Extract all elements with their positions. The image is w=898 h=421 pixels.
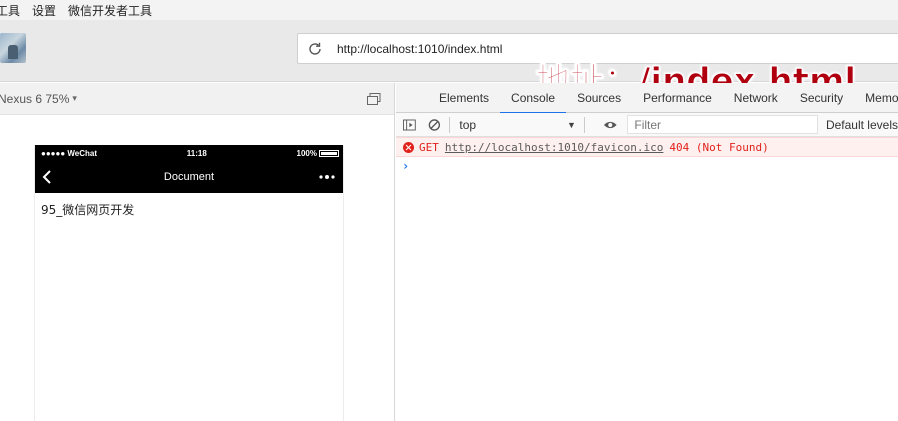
chevron-down-icon[interactable]: ▾ (72, 94, 77, 104)
more-icon[interactable] (319, 175, 335, 179)
menu-item-tools[interactable]: 工具 (0, 2, 20, 19)
tab-elements[interactable]: Elements (428, 83, 500, 113)
devtools-pane: Elements Console Sources Performance Net… (396, 83, 898, 421)
error-method: GET (419, 140, 439, 154)
prompt-chevron-icon: › (402, 159, 410, 173)
status-time: 11:18 (186, 148, 207, 158)
phone-screen: ●●●●● WeChat 11:18 100% Document 95_微信网页… (34, 145, 344, 421)
tab-memory[interactable]: Memory (854, 83, 898, 113)
phone-status-bar: ●●●●● WeChat 11:18 100% (35, 145, 343, 161)
log-levels-select[interactable]: Default levels (826, 118, 898, 132)
sidebar-toggle-icon[interactable] (403, 118, 416, 132)
dropdown-arrow-icon: ▼ (566, 119, 576, 130)
phone-nav-bar: Document (35, 161, 343, 193)
menu-item-settings[interactable]: 设置 (32, 2, 56, 19)
tab-console[interactable]: Console (500, 83, 567, 114)
console-error-message: GET http://localhost:1010/favicon.ico 40… (396, 137, 898, 157)
back-icon[interactable] (41, 169, 53, 185)
toolbar-divider (583, 116, 585, 133)
popout-icon[interactable] (367, 93, 381, 105)
page-title: Document (163, 171, 215, 183)
error-url-link[interactable]: http://localhost:1010/favicon.ico (445, 141, 664, 154)
error-status: 404 (Not Found) (669, 140, 769, 154)
tab-security[interactable]: Security (789, 83, 854, 113)
context-value: top (459, 117, 477, 132)
toolbar-divider (448, 116, 450, 133)
tab-performance[interactable]: Performance (632, 83, 723, 113)
menu-bar: 工具 设置 微信开发者工具 (0, 0, 898, 20)
devtools-tab-bar: Elements Console Sources Performance Net… (396, 83, 898, 114)
avatar[interactable] (0, 33, 26, 63)
carrier-label: ●●●●● WeChat (41, 148, 98, 158)
error-icon (403, 141, 414, 153)
menu-item-wechat-devtools[interactable]: 微信开发者工具 (68, 2, 152, 19)
battery-indicator: 100% (297, 149, 339, 158)
device-select[interactable]: Nexus 6 75% (0, 92, 69, 106)
url-text[interactable]: http://localhost:1010/index.html (337, 42, 502, 56)
clear-console-icon[interactable] (428, 118, 441, 132)
console-toolbar: top ▼ Default levels (396, 113, 898, 137)
reload-icon[interactable] (307, 41, 323, 57)
simulator-header: Nexus 6 75% ▾ (0, 83, 394, 115)
main-toolbar: http://localhost:1010/index.html 地址：/ind… (0, 20, 898, 102)
battery-icon (318, 149, 339, 157)
simulator-pane: Nexus 6 75% ▾ ●●●●● WeChat 11:18 100% Do… (0, 83, 395, 421)
filter-input[interactable] (627, 115, 818, 134)
page-body-text: 95_微信网页开发 (41, 203, 135, 217)
tab-sources[interactable]: Sources (566, 83, 632, 113)
context-select[interactable]: top ▼ (457, 118, 576, 132)
battery-label: 100% (296, 148, 317, 158)
console-prompt[interactable]: › (396, 157, 898, 175)
eye-icon[interactable] (603, 119, 618, 131)
tab-network[interactable]: Network (723, 83, 789, 113)
